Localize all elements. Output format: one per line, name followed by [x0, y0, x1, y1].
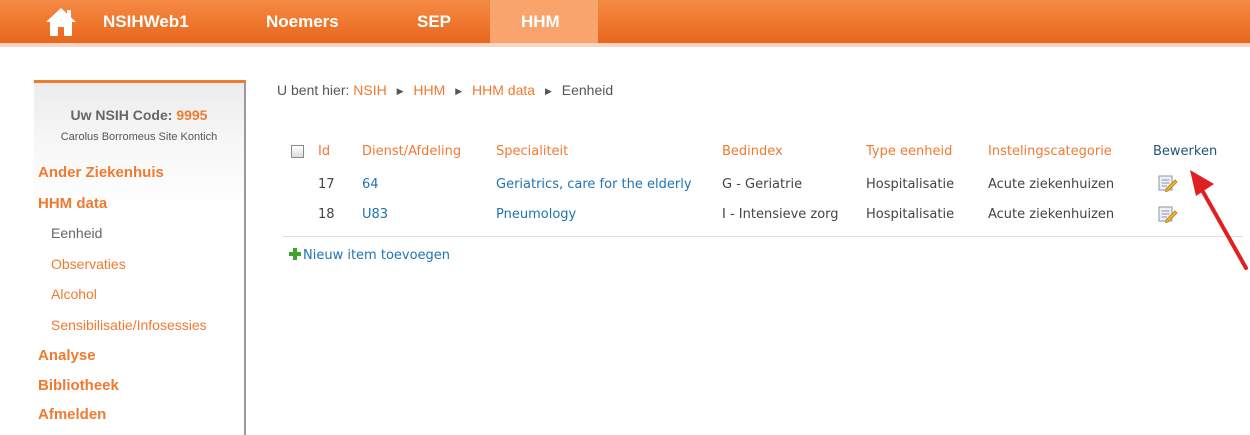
- row-2-instelingscategorie: Acute ziekenhuizen: [988, 207, 1115, 222]
- breadcrumb-separator-icon: ▶: [396, 86, 404, 96]
- site-name: Carolus Borromeus Site Kontich: [60, 131, 218, 143]
- sidebar-subitem-sensibilisatie[interactable]: Sensibilisatie/Infosessies: [51, 317, 207, 333]
- sidebar: Uw NSIH Code: 9995 Carolus Borromeus Sit…: [34, 80, 246, 435]
- top-navigation-bar: NSIHWeb1 Noemers SEP HHM: [0, 0, 1250, 43]
- column-header-id[interactable]: Id: [318, 144, 330, 159]
- sidebar-item-hhm-data[interactable]: HHM data: [38, 195, 107, 212]
- row-1-bedindex: G - Geriatrie: [722, 177, 803, 192]
- add-new-item-label: Nieuw item toevoegen: [303, 248, 451, 263]
- column-header-type-eenheid[interactable]: Type eenheid: [866, 144, 952, 159]
- row-1-dienst-link[interactable]: 64: [362, 177, 379, 192]
- sidebar-subitem-eenheid: Eenheid: [51, 225, 103, 241]
- nav-item-noemers[interactable]: Noemers: [266, 0, 339, 43]
- house-icon[interactable]: [44, 6, 78, 38]
- add-new-item-link[interactable]: Nieuw item toevoegen: [289, 248, 450, 263]
- breadcrumb-separator-icon: ▶: [455, 86, 463, 96]
- row-2-id: 18: [318, 207, 335, 222]
- edit-icon[interactable]: [1158, 205, 1178, 223]
- column-header-bewerken: Bewerken: [1153, 144, 1218, 159]
- breadcrumb-prefix: U bent hier:: [277, 82, 350, 98]
- sidebar-subitem-observaties[interactable]: Observaties: [51, 256, 126, 272]
- sidebar-item-afmelden[interactable]: Afmelden: [38, 406, 106, 423]
- select-all-checkbox[interactable]: [291, 145, 304, 158]
- row-2-specialiteit-link[interactable]: Pneumology: [496, 207, 576, 222]
- nav-bottom-border: [0, 43, 1250, 47]
- row-1-specialiteit-link[interactable]: Geriatrics, care for the elderly: [496, 177, 692, 192]
- breadcrumb-nsih[interactable]: NSIH: [353, 82, 386, 98]
- table-bottom-divider: [283, 236, 1243, 237]
- breadcrumb-separator-icon: ▶: [544, 86, 552, 96]
- column-header-instelingscategorie[interactable]: Instelingscategorie: [988, 144, 1112, 159]
- breadcrumb: U bent hier: NSIH ▶ HHM ▶ HHM data ▶ Een…: [277, 82, 613, 98]
- breadcrumb-hhm-data[interactable]: HHM data: [472, 82, 535, 98]
- row-1-instelingscategorie: Acute ziekenhuizen: [988, 177, 1115, 192]
- edit-icon[interactable]: [1158, 174, 1178, 192]
- nav-item-nsihweb1[interactable]: NSIHWeb1: [103, 0, 189, 43]
- breadcrumb-hhm[interactable]: HHM: [413, 82, 445, 98]
- nav-item-sep[interactable]: SEP: [417, 0, 451, 43]
- row-2-type-eenheid: Hospitalisatie: [866, 207, 955, 222]
- red-arrow-icon: [1190, 170, 1248, 270]
- column-header-dienst[interactable]: Dienst/Afdeling: [362, 144, 461, 159]
- nsih-code-label: Uw NSIH Code:: [70, 107, 173, 123]
- column-header-specialiteit[interactable]: Specialiteit: [496, 144, 568, 159]
- row-1-id: 17: [318, 177, 335, 192]
- column-header-bedindex[interactable]: Bedindex: [722, 144, 783, 159]
- sidebar-item-analyse[interactable]: Analyse: [38, 347, 96, 364]
- nav-item-hhm[interactable]: HHM: [521, 0, 560, 43]
- sidebar-item-bibliotheek[interactable]: Bibliotheek: [38, 377, 119, 394]
- row-1-type-eenheid: Hospitalisatie: [866, 177, 955, 192]
- row-2-bedindex: I - Intensieve zorg: [722, 207, 839, 222]
- plus-icon: [289, 248, 301, 260]
- breadcrumb-current-eenheid: Eenheid: [561, 82, 614, 98]
- sidebar-item-ander-ziekenhuis[interactable]: Ander Ziekenhuis: [38, 164, 164, 181]
- sidebar-subitem-alcohol[interactable]: Alcohol: [51, 286, 97, 302]
- row-2-dienst-link[interactable]: U83: [362, 207, 388, 222]
- nsih-code-value: 9995: [176, 107, 208, 123]
- nsih-code-line: Uw NSIH Code: 9995: [34, 107, 244, 123]
